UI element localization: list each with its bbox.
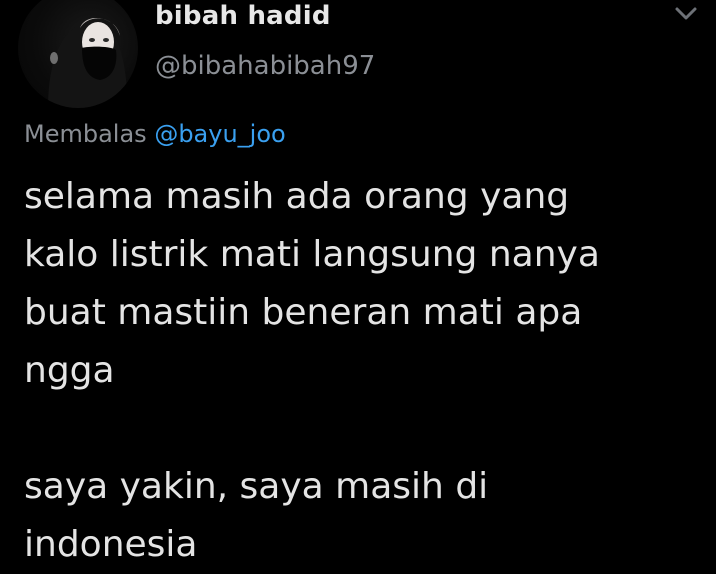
reply-mention-link[interactable]: @bayu_joo (154, 120, 285, 148)
author-handle[interactable]: @bibahabibah97 (155, 50, 375, 82)
chevron-down-icon[interactable] (668, 2, 704, 28)
tweet-card: bibah hadid @bibahabibah97 Membalas @bay… (0, 0, 716, 568)
tweet-line: indonesia (24, 524, 198, 565)
tweet-line: kalo listrik mati langsung nanya (24, 234, 600, 275)
author-display-name[interactable]: bibah hadid (155, 0, 331, 32)
tweet-line: buat mastiin beneran mati apa (24, 292, 583, 333)
tweet-line: ngga (24, 350, 115, 391)
tweet-line: saya yakin, saya masih di (24, 466, 489, 507)
avatar-photo (48, 18, 128, 108)
reply-prefix: Membalas (24, 120, 147, 148)
tweet-line: selama masih ada orang yang (24, 176, 570, 217)
reply-context: Membalas @bayu_joo (24, 118, 286, 150)
avatar[interactable] (18, 0, 138, 108)
tweet-text: selama masih ada orang yang kalo listrik… (24, 168, 704, 574)
